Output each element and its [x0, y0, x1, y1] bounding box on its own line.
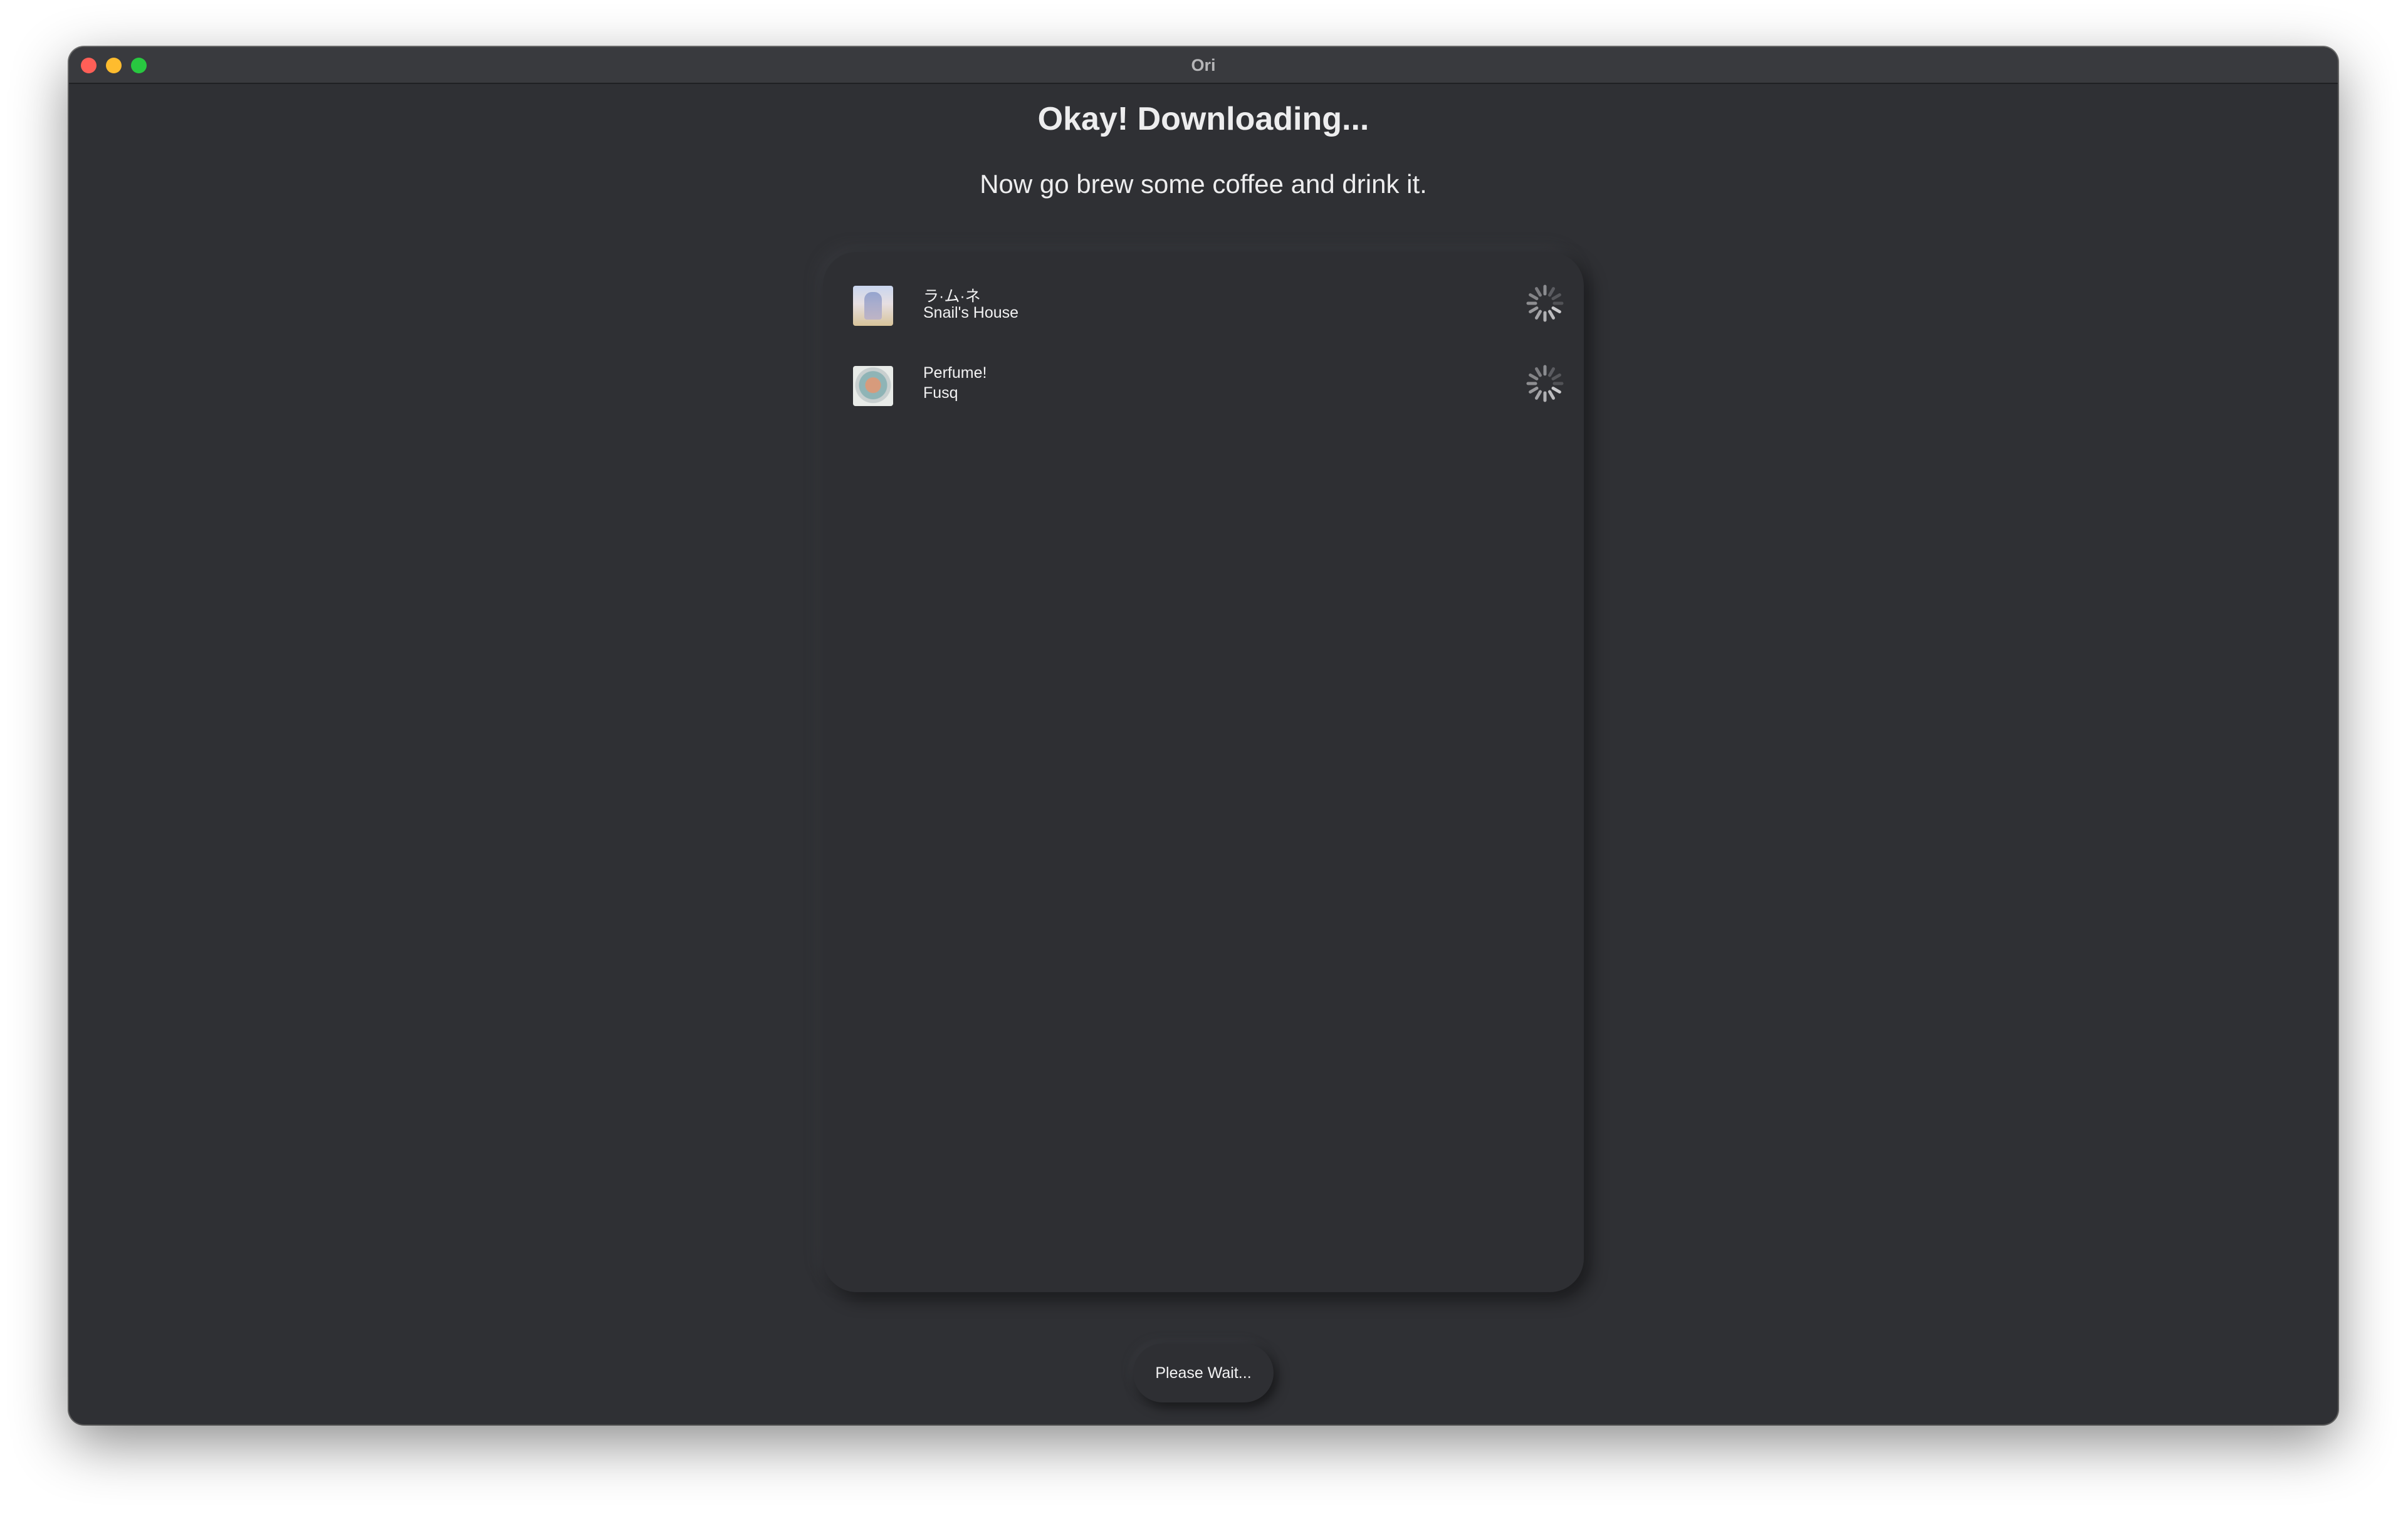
track-artist: Fusq	[923, 384, 958, 402]
track-title: ラ·ム·ネ	[923, 288, 981, 305]
track-title: Perfume!	[923, 364, 987, 382]
please-wait-button[interactable]: Please Wait...	[1133, 1344, 1274, 1402]
app-window: Ori Okay! Downloading... Now go brew som…	[69, 47, 2338, 1424]
title-bar[interactable]: Ori	[69, 47, 2338, 84]
download-list-panel: ラ·ム·ネ Snail's House Perfume! Fusq	[823, 252, 1584, 1292]
download-item: Perfume! Fusq	[823, 360, 1584, 417]
page-subtitle: Now go brew some coffee and drink it.	[980, 169, 1427, 199]
window-title: Ori	[1191, 56, 1216, 75]
loading-spinner-icon	[1526, 284, 1564, 322]
download-item: ラ·ム·ネ Snail's House	[823, 280, 1584, 337]
page-title: Okay! Downloading...	[1037, 101, 1369, 137]
album-art-ramune	[853, 286, 893, 326]
track-artist: Snail's House	[923, 304, 1019, 321]
album-art-perfume	[853, 366, 893, 406]
loading-spinner-icon	[1526, 365, 1564, 402]
